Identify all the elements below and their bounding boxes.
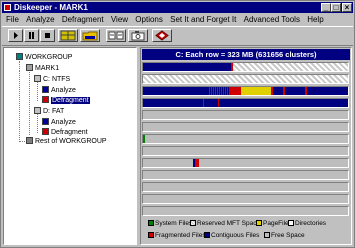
- tree-label: Analyze: [51, 119, 76, 126]
- tree-item-c-defragment[interactable]: Defragment: [42, 96, 90, 105]
- tree-label: Rest of WORKGROUP: [35, 138, 107, 145]
- minimize-button[interactable]: _: [321, 3, 331, 12]
- legend-label: System Files: [155, 220, 193, 227]
- workgroup-tree: WORKGROUP MARK1 C: NTFS Analyze Defragme…: [3, 47, 137, 245]
- stop-button[interactable]: [40, 29, 55, 42]
- folder-button[interactable]: [80, 29, 100, 42]
- tree-label: WORKGROUP: [25, 54, 73, 61]
- menu-file[interactable]: File: [6, 15, 19, 24]
- tree-label: Defragment: [51, 97, 90, 104]
- pause-button[interactable]: [24, 29, 39, 42]
- cluster-row: [142, 146, 349, 156]
- main-window: Diskeeper - MARK1 _ □ × File Analyze Def…: [0, 0, 355, 248]
- tree-item-rest-of-workgroup[interactable]: Rest of WORKGROUP: [26, 137, 107, 146]
- diskeeper-icon: [4, 4, 11, 11]
- legend-label: PageFile: [263, 220, 289, 227]
- cluster-row: [142, 134, 349, 144]
- menu-bar: File Analyze Defragment View Options Set…: [2, 14, 353, 25]
- drives-icon: [108, 31, 124, 40]
- legend-label: Contiguous Files: [211, 232, 260, 239]
- legend-reserved-mft: Reserved MFT Space: [190, 220, 260, 228]
- grid-icon: [60, 30, 76, 41]
- tree-label: Defragment: [51, 129, 88, 136]
- stop-icon: [45, 33, 50, 38]
- analyze-icon: [42, 86, 49, 93]
- menu-set-it-and-forget-it[interactable]: Set It and Forget It: [170, 15, 236, 24]
- menu-view[interactable]: View: [111, 15, 128, 24]
- cluster-row: [142, 122, 349, 132]
- legend: System Files Reserved MFT Space PageFile…: [142, 218, 350, 244]
- legend-label: Directories: [295, 220, 327, 227]
- legend-directories: Directories: [288, 220, 326, 228]
- cluster-row: [142, 170, 349, 180]
- legend-pagefile: PageFile: [256, 220, 289, 228]
- cluster-map-header: C: Each row = 323 MB (631656 clusters): [142, 49, 350, 60]
- cluster-row: [142, 158, 349, 168]
- close-button[interactable]: ×: [342, 3, 352, 12]
- legend-label: Reserved MFT Space: [197, 220, 261, 227]
- diamond-icon: [155, 30, 169, 41]
- menu-options[interactable]: Options: [135, 15, 163, 24]
- legend-contiguous: Contiguous Files: [204, 232, 259, 240]
- tree-label: C: NTFS: [43, 76, 71, 83]
- drive-icon: [34, 107, 41, 114]
- cluster-row: [142, 86, 349, 96]
- network-icon: [16, 53, 23, 60]
- legend-label: Free Space: [271, 232, 305, 239]
- camera-button[interactable]: [128, 29, 148, 42]
- defragment-icon: [42, 96, 49, 103]
- window-title: Diskeeper - MARK1: [14, 3, 88, 12]
- tree-item-drive-d[interactable]: D: FAT: [34, 107, 64, 116]
- maximize-button[interactable]: □: [331, 3, 341, 12]
- cluster-row: [142, 194, 349, 204]
- tree-label: Analyze: [51, 87, 76, 94]
- grid-button[interactable]: [58, 29, 78, 42]
- legend-system-files: System Files: [148, 220, 192, 228]
- defragment-icon: [42, 128, 49, 135]
- drive-icon: [34, 75, 41, 82]
- toolbar: [2, 26, 353, 46]
- cluster-row: [142, 74, 349, 84]
- cluster-row: [142, 110, 349, 120]
- menu-help[interactable]: Help: [307, 15, 323, 24]
- tree-item-workgroup[interactable]: WORKGROUP: [16, 53, 72, 62]
- play-icon: [14, 32, 18, 39]
- cluster-map-panel: C: Each row = 323 MB (631656 clusters) S…: [140, 47, 352, 245]
- legend-label: Fragmented Files: [155, 232, 206, 239]
- folder-icon: [82, 31, 98, 41]
- cluster-row: [142, 206, 349, 216]
- menu-defragment[interactable]: Defragment: [62, 15, 104, 24]
- cluster-row: [142, 62, 349, 72]
- legend-free-space: Free Space: [264, 232, 305, 240]
- computer-icon: [26, 64, 33, 71]
- cluster-row: [142, 182, 349, 192]
- tree-item-c-analyze[interactable]: Analyze: [42, 86, 76, 95]
- tree-item-drive-c[interactable]: C: NTFS: [34, 75, 70, 84]
- tree-item-d-defragment[interactable]: Defragment: [42, 128, 88, 137]
- title-bar: Diskeeper - MARK1 _ □ ×: [2, 2, 353, 13]
- cluster-row: [142, 98, 349, 108]
- help-button[interactable]: [152, 29, 172, 42]
- tree-item-mark1[interactable]: MARK1: [26, 64, 59, 73]
- tree-item-d-analyze[interactable]: Analyze: [42, 118, 76, 127]
- tree-label: MARK1: [35, 65, 60, 72]
- legend-fragmented: Fragmented Files: [148, 232, 206, 240]
- analyze-icon: [42, 118, 49, 125]
- network-icon: [26, 137, 33, 144]
- camera-icon: [131, 31, 145, 41]
- play-button[interactable]: [8, 29, 23, 42]
- menu-analyze[interactable]: Analyze: [26, 15, 54, 24]
- tree-label: D: FAT: [43, 108, 65, 115]
- volumes-button[interactable]: [106, 29, 126, 42]
- pause-icon: [29, 32, 34, 39]
- menu-advanced-tools[interactable]: Advanced Tools: [244, 15, 300, 24]
